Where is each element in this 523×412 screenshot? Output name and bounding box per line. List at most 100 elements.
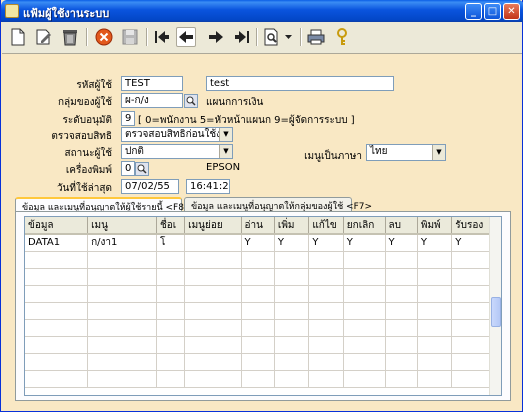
edit-button[interactable]	[34, 27, 54, 47]
delete-button[interactable]	[60, 27, 80, 47]
table-cell[interactable]	[385, 370, 418, 388]
chevron-down-icon[interactable]: ▼	[432, 145, 445, 160]
table-cell[interactable]	[308, 251, 344, 269]
table-cell[interactable]	[343, 251, 386, 269]
table-cell[interactable]	[184, 302, 242, 320]
column-header[interactable]: ข้อมูล	[25, 217, 89, 235]
table-cell[interactable]	[241, 319, 275, 337]
permissions-grid[interactable]: ข้อมูล เมนู ชื่อเ เมนูย่อย อ่าน เพิ่ม แก้ไข ยกเ…	[24, 216, 502, 396]
table-cell[interactable]: โ	[156, 234, 186, 252]
table-cell[interactable]	[274, 251, 310, 269]
table-cell[interactable]	[417, 285, 453, 303]
table-cell[interactable]	[25, 336, 89, 354]
table-cell[interactable]: Y	[451, 234, 491, 252]
column-header[interactable]: แก้ไข	[308, 217, 344, 235]
table-row[interactable]	[25, 268, 491, 286]
table-cell[interactable]	[308, 336, 344, 354]
table-cell[interactable]	[87, 268, 157, 286]
column-header[interactable]: เพิ่ม	[274, 217, 310, 235]
column-header[interactable]: อ่าน	[241, 217, 275, 235]
search-dropdown-button[interactable]	[282, 27, 294, 47]
table-cell[interactable]	[87, 302, 157, 320]
new-button[interactable]	[8, 27, 28, 47]
approval-level-field[interactable]: 9	[121, 111, 135, 126]
column-header[interactable]: ยกเลิก	[343, 217, 386, 235]
table-row[interactable]	[25, 370, 491, 388]
table-cell[interactable]	[156, 285, 186, 303]
table-cell[interactable]	[184, 319, 242, 337]
table-cell[interactable]	[274, 302, 310, 320]
column-header[interactable]: พิมพ์	[417, 217, 453, 235]
minimize-button[interactable]: _	[465, 3, 482, 20]
table-cell[interactable]	[274, 353, 310, 371]
table-cell[interactable]	[184, 353, 242, 371]
table-cell[interactable]	[274, 319, 310, 337]
table-row[interactable]	[25, 319, 491, 337]
tab-user-permissions[interactable]: ข้อมูล และเมนูที่อนุญาตให้ผู้ใช้รายนี้ <…	[15, 197, 192, 213]
table-cell[interactable]	[451, 285, 491, 303]
save-button[interactable]	[120, 27, 140, 47]
table-cell[interactable]	[25, 302, 89, 320]
scrollbar-thumb[interactable]	[491, 297, 501, 327]
table-cell[interactable]	[241, 336, 275, 354]
table-cell[interactable]	[87, 319, 157, 337]
last-button[interactable]	[232, 27, 252, 47]
table-cell[interactable]: Y	[308, 234, 344, 252]
search-button[interactable]	[262, 27, 282, 47]
user-name-field[interactable]: test	[206, 76, 394, 91]
table-row[interactable]	[25, 285, 491, 303]
table-cell[interactable]	[241, 370, 275, 388]
table-cell[interactable]	[308, 268, 344, 286]
table-cell[interactable]	[87, 285, 157, 303]
table-cell[interactable]	[451, 302, 491, 320]
table-cell[interactable]	[241, 251, 275, 269]
table-cell[interactable]	[417, 336, 453, 354]
chevron-down-icon[interactable]: ▼	[219, 145, 232, 158]
table-cell[interactable]	[241, 302, 275, 320]
table-cell[interactable]	[241, 285, 275, 303]
table-cell[interactable]	[274, 268, 310, 286]
table-cell[interactable]	[184, 268, 242, 286]
chevron-down-icon[interactable]: ▼	[219, 128, 232, 141]
table-cell[interactable]: Y	[241, 234, 275, 252]
tab-group-permissions[interactable]: ข้อมูล และเมนูที่อนุญาตให้กลุ่มของผู้ใช้…	[184, 197, 372, 212]
table-cell[interactable]: Y	[274, 234, 310, 252]
first-button[interactable]	[152, 27, 172, 47]
table-cell[interactable]	[417, 319, 453, 337]
table-cell[interactable]	[156, 251, 186, 269]
table-cell[interactable]	[343, 319, 386, 337]
table-cell[interactable]	[385, 336, 418, 354]
table-cell[interactable]	[451, 353, 491, 371]
table-cell[interactable]	[184, 370, 242, 388]
table-cell[interactable]	[417, 251, 453, 269]
last-used-date-field[interactable]: 07/02/55	[121, 179, 179, 194]
table-cell[interactable]	[308, 353, 344, 371]
table-cell[interactable]	[274, 370, 310, 388]
user-id-field[interactable]: TEST	[121, 76, 183, 91]
table-cell[interactable]: Y	[343, 234, 386, 252]
table-cell[interactable]	[308, 302, 344, 320]
cancel-button[interactable]	[94, 27, 114, 47]
table-cell[interactable]	[417, 353, 453, 371]
user-group-field[interactable]: ผ-ก/ง	[121, 93, 183, 108]
title-bar[interactable]: แฟ้มผู้ใช้งานระบบ _ □ ✕	[1, 0, 523, 22]
table-cell[interactable]	[385, 285, 418, 303]
table-cell[interactable]	[184, 336, 242, 354]
table-cell[interactable]	[343, 370, 386, 388]
table-row[interactable]: DATA1 ก/งา1 โ Y Y Y Y Y Y Y	[25, 234, 491, 252]
printer-lookup-button[interactable]	[135, 162, 149, 176]
table-cell[interactable]	[25, 268, 89, 286]
key-button[interactable]	[332, 27, 352, 47]
table-row[interactable]	[25, 251, 491, 269]
table-row[interactable]	[25, 353, 491, 371]
column-header[interactable]: เมนูย่อย	[184, 217, 242, 235]
maximize-button[interactable]: □	[484, 3, 501, 20]
table-cell[interactable]	[25, 353, 89, 371]
menu-language-select[interactable]: ไทย ▼	[366, 144, 446, 161]
table-cell[interactable]	[451, 251, 491, 269]
table-cell[interactable]	[308, 370, 344, 388]
column-header[interactable]: ชื่อเ	[156, 217, 186, 235]
table-cell[interactable]	[417, 370, 453, 388]
table-cell[interactable]	[241, 353, 275, 371]
table-cell[interactable]	[156, 268, 186, 286]
